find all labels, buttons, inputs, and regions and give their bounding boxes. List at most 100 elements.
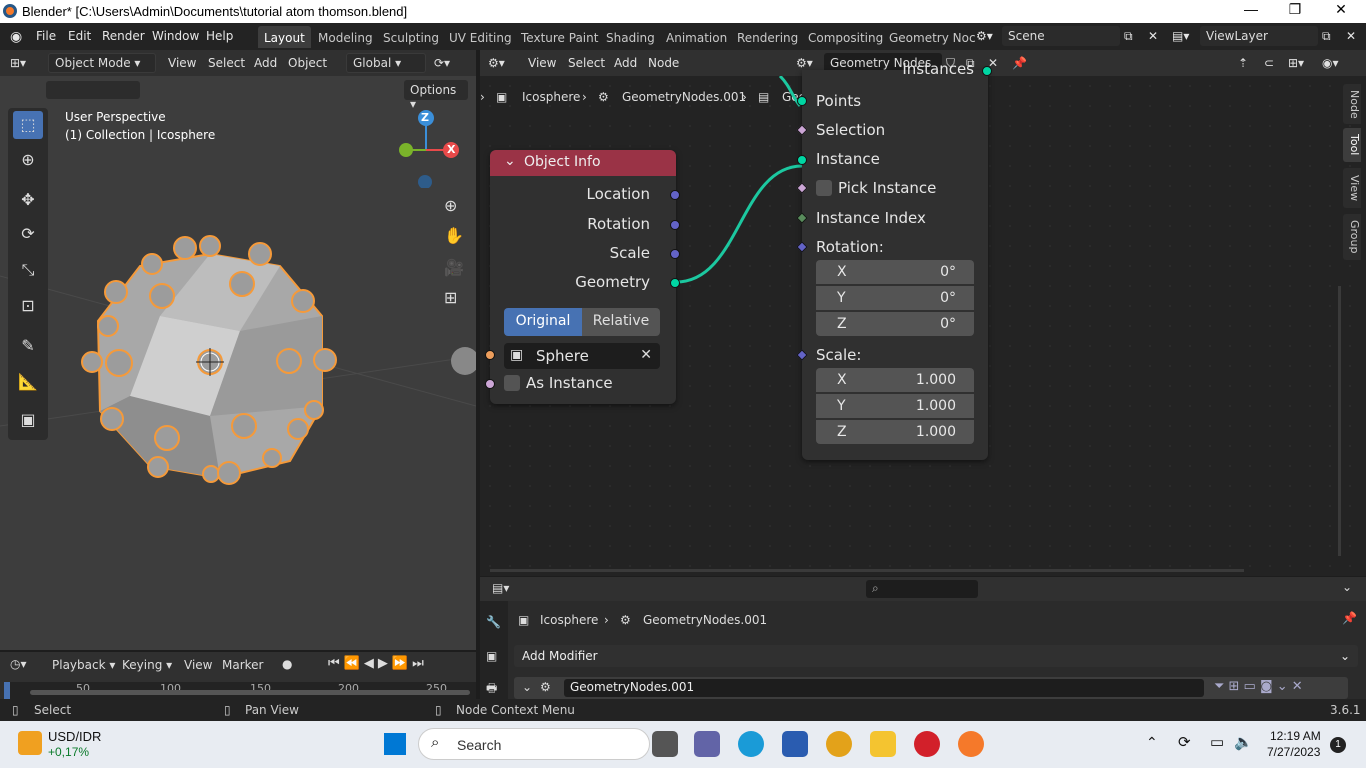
move-tool[interactable]: ✥ — [13, 186, 43, 214]
options-dropdown[interactable]: Options ▾ — [404, 80, 468, 111]
properties-search-input[interactable]: ⌕ — [866, 580, 978, 598]
close-button[interactable]: ✕ — [1318, 1, 1364, 21]
rotate-tool[interactable]: ⟳ — [13, 220, 43, 248]
timeline-scrollbar[interactable] — [30, 690, 470, 695]
node-editor-type-icon[interactable]: ⚙▾ — [488, 56, 505, 70]
windows-start-icon[interactable] — [384, 733, 406, 755]
sync-icon[interactable]: ⟳ — [1178, 733, 1191, 751]
modifier-name-field[interactable]: GeometryNodes.001 — [564, 679, 1204, 697]
minimize-button[interactable]: — — [1228, 1, 1274, 21]
menu-view[interactable]: View — [168, 56, 196, 70]
chrome-icon[interactable] — [826, 731, 852, 757]
opera-icon[interactable] — [914, 731, 940, 757]
vertical-scrollbar[interactable] — [1338, 286, 1341, 556]
object-input-socket[interactable] — [485, 350, 495, 360]
tab-geometry-nodes[interactable]: Geometry Noc — [883, 26, 982, 48]
side-tab-tool[interactable]: Tool — [1343, 128, 1361, 162]
node-editor[interactable]: › ▣ Icosphere › ⚙ GeometryNodes.001 › ▤ … — [480, 60, 1366, 576]
zoom-icon[interactable]: ⊕ — [444, 196, 457, 215]
menu-edit[interactable]: Edit — [68, 29, 91, 43]
scene-icon[interactable]: ⚙▾ — [976, 29, 993, 43]
new-scene-icon[interactable]: ⧉ — [1124, 29, 1133, 44]
tab-compositing[interactable]: Compositing — [802, 26, 889, 48]
blender-taskbar-icon[interactable] — [958, 731, 984, 757]
network-icon[interactable]: ▭ — [1210, 733, 1224, 751]
snap-icon[interactable]: ⊂ — [1264, 56, 1274, 70]
original-toggle[interactable]: Original — [504, 308, 582, 336]
store-icon[interactable] — [782, 731, 808, 757]
measure-tool[interactable]: 📐 — [13, 368, 43, 396]
transform-tool[interactable]: ⊡ — [13, 292, 43, 320]
select-box-tool[interactable]: ⬚ — [13, 111, 43, 139]
tab-shading[interactable]: Shading — [600, 26, 661, 48]
add-modifier-dropdown[interactable]: Add Modifier ⌄ — [514, 645, 1358, 667]
task-view-icon[interactable] — [652, 731, 678, 757]
object-info-node[interactable]: ⌄ Object Info Location Rotation Scale Ge… — [485, 150, 680, 404]
annotate-tool[interactable]: ✎ — [13, 332, 43, 360]
blender-menu-icon[interactable]: ◉ — [10, 29, 22, 45]
tab-layout[interactable]: Layout — [258, 26, 311, 48]
clear-object-icon[interactable]: ✕ — [640, 347, 652, 363]
scale-z-field[interactable]: Z 1.000 — [816, 420, 974, 444]
menu-select[interactable]: Select — [208, 56, 245, 70]
cursor-tool[interactable]: ⊕ — [13, 146, 43, 174]
instance-socket[interactable] — [797, 155, 807, 165]
tool-tab-icon[interactable]: 🔧 — [486, 615, 501, 629]
collapse-chevron-icon[interactable]: ⌄ — [504, 153, 516, 169]
node-menu-node[interactable]: Node — [648, 56, 679, 70]
edge-icon[interactable] — [738, 731, 764, 757]
menu-add[interactable]: Add — [254, 56, 277, 70]
instances-output-socket[interactable] — [982, 66, 992, 76]
teams-icon[interactable] — [694, 731, 720, 757]
menu-object[interactable]: Object — [288, 56, 327, 70]
tab-texture-paint[interactable]: Texture Paint — [515, 26, 604, 48]
delete-scene-icon[interactable]: ✕ — [1148, 29, 1158, 43]
timeline-view-menu[interactable]: View — [184, 658, 212, 672]
prop-pin-icon[interactable]: 📌 — [1342, 611, 1357, 625]
current-frame-marker[interactable] — [4, 682, 10, 699]
tab-animation[interactable]: Animation — [660, 26, 733, 48]
camera-icon[interactable]: 🎥 — [444, 258, 464, 277]
node-tree-icon[interactable]: ⚙▾ — [796, 56, 813, 70]
relative-toggle[interactable]: Relative — [582, 308, 660, 336]
stock-name[interactable]: USD/IDR — [48, 729, 101, 744]
rotation-y-field[interactable]: Y 0° — [816, 286, 974, 310]
modifier-panel[interactable]: ⌄ ⚙ GeometryNodes.001 ⏷ ⊞ ▭ ◙ ⌄ ✕ — [514, 677, 1348, 699]
mode-dropdown[interactable]: Object Mode ▾ — [48, 53, 156, 73]
3d-viewport[interactable]: User Perspective (1) Collection | Icosph… — [0, 76, 476, 650]
rotation-x-field[interactable]: X 0° — [816, 260, 974, 284]
record-icon[interactable]: ● — [282, 657, 292, 671]
stock-widget-icon[interactable] — [18, 731, 42, 755]
keying-menu[interactable]: Keying ▾ — [122, 658, 172, 672]
overlay-icon[interactable]: ◉▾ — [1322, 56, 1339, 70]
tab-modeling[interactable]: Modeling — [312, 26, 379, 48]
render-tab-icon[interactable]: ▣ — [486, 649, 497, 663]
rotation-z-field[interactable]: Z 0° — [816, 312, 974, 336]
instance-on-points-node[interactable]: Instances Points Selection Instance Pick… — [796, 60, 992, 460]
scale-tool[interactable]: ⤡ — [13, 256, 43, 284]
orientation-dropdown[interactable]: Global ▾ — [346, 53, 426, 73]
as-instance-socket[interactable] — [485, 379, 495, 389]
side-tab-node[interactable]: Node — [1343, 84, 1361, 124]
parent-node-tree-icon[interactable]: ⇡ — [1238, 56, 1248, 70]
modifier-collapse-icon[interactable]: ⌄ — [522, 680, 532, 694]
properties-options-icon[interactable]: ⌄ — [1342, 580, 1352, 594]
add-cube-tool[interactable]: ▣ — [13, 406, 43, 434]
delete-viewlayer-icon[interactable]: ✕ — [1346, 29, 1356, 43]
timeline-editor-icon[interactable]: ◷▾ — [10, 657, 27, 671]
notification-badge[interactable]: 1 — [1330, 737, 1346, 753]
scale-y-field[interactable]: Y 1.000 — [816, 394, 974, 418]
viewlayer-field[interactable]: ViewLayer — [1200, 26, 1318, 46]
taskbar-search-box[interactable]: ⌕ Search — [418, 728, 650, 760]
pin-icon[interactable]: 📌 — [1012, 56, 1027, 70]
node-menu-add[interactable]: Add — [614, 56, 637, 70]
playback-menu[interactable]: Playback ▾ — [52, 658, 115, 672]
output-tab-icon[interactable]: 🖶 — [486, 679, 497, 700]
menu-render[interactable]: Render — [102, 29, 145, 43]
side-tab-group[interactable]: Group — [1343, 214, 1361, 260]
timeline-ruler[interactable]: 50 100 150 200 250 — [4, 682, 476, 699]
clock-date[interactable]: 7/27/2023 — [1267, 745, 1320, 759]
points-socket[interactable] — [797, 96, 807, 106]
horizontal-scrollbar[interactable] — [490, 569, 1244, 572]
menu-file[interactable]: File — [36, 29, 56, 43]
